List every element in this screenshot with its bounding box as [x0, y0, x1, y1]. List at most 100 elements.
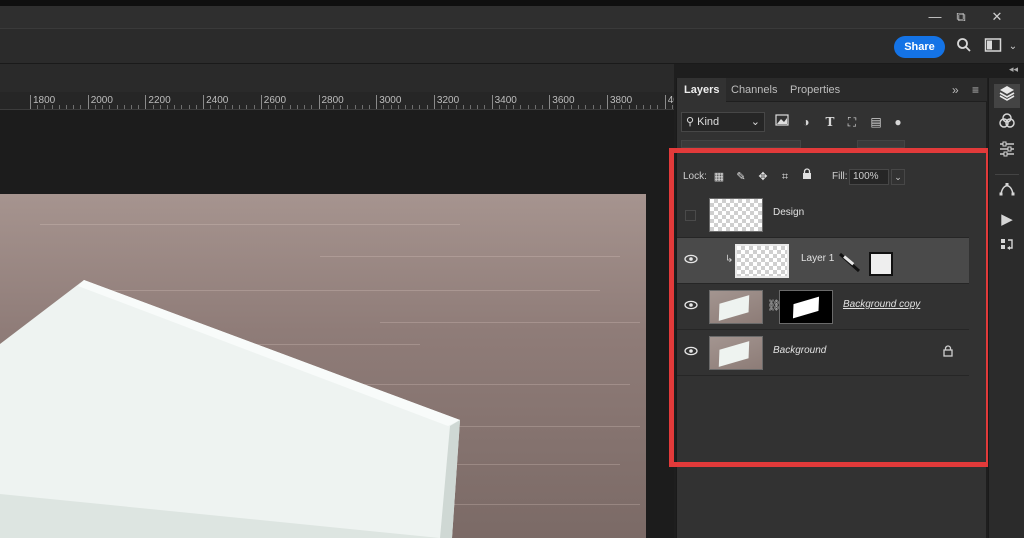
ruler-minor-tick: [614, 105, 616, 109]
panel-menu-icon[interactable]: ≡: [972, 83, 979, 97]
layer-filter-row: ⚲ Kind ⌄ ◑ T ⛶ ▤ ●: [677, 110, 987, 134]
ruler-minor-tick: [347, 105, 349, 109]
ruler-minor-tick: [527, 105, 529, 109]
ruler-minor-tick: [123, 105, 125, 109]
ruler-minor-tick: [570, 105, 572, 109]
title-bar: — ⧉ ✕: [0, 0, 1024, 28]
ruler-minor-tick: [477, 105, 479, 109]
ruler-minor-tick: [152, 105, 154, 109]
ruler-minor-tick: [224, 105, 226, 109]
ruler-minor-tick: [592, 105, 594, 109]
ruler-minor-tick: [109, 105, 111, 109]
ruler-minor-tick: [217, 105, 219, 109]
white-box-image: [0, 280, 460, 538]
ruler-minor-tick: [37, 105, 39, 109]
adjustments-panel-icon[interactable]: [994, 140, 1020, 164]
adjustment-filter-icon[interactable]: ◑: [797, 113, 815, 131]
ruler-minor-tick: [130, 105, 132, 109]
horizontal-ruler: 1800 2000 2200 2400 2600 2800 3000 3200 3400 3600…: [0, 92, 674, 110]
ruler-minor-tick: [58, 105, 60, 109]
ruler-minor-tick: [556, 105, 558, 109]
ruler-minor-tick: [621, 105, 623, 109]
search-small-icon: ⚲: [686, 116, 695, 128]
ruler-minor-tick: [657, 105, 659, 109]
channels-panel-icon[interactable]: [994, 112, 1020, 136]
ruler-minor-tick: [534, 105, 536, 109]
restore-button[interactable]: ⧉: [946, 8, 976, 28]
ruler-minor-tick: [282, 105, 284, 109]
expand-icon[interactable]: »: [952, 83, 959, 97]
ruler-minor-tick: [73, 105, 75, 109]
ruler-minor-tick: [159, 105, 161, 109]
ruler-minor-tick: [419, 105, 421, 109]
shape-filter-icon[interactable]: ⛶: [843, 113, 861, 131]
ruler-minor-tick: [296, 105, 298, 109]
ruler-minor-tick: [383, 105, 385, 109]
ruler-minor-tick: [66, 105, 68, 109]
ruler-minor-tick: [246, 105, 248, 109]
filter-kind-select[interactable]: ⚲ Kind ⌄: [681, 112, 765, 132]
ruler-minor-tick: [542, 105, 544, 109]
ruler-minor-tick: [340, 105, 342, 109]
canvas-area: [0, 110, 674, 538]
tab-layers[interactable]: Layers: [677, 78, 727, 102]
filter-kind-value: Kind: [697, 116, 720, 128]
ruler-minor-tick: [412, 105, 414, 109]
document-tab-strip: [0, 64, 674, 92]
ruler-minor-tick: [253, 105, 255, 109]
paths-panel-icon[interactable]: [994, 180, 1020, 204]
ruler-minor-tick: [520, 105, 522, 109]
search-icon[interactable]: [953, 37, 975, 57]
ruler-minor-tick: [102, 105, 104, 109]
mockup-photo: [0, 194, 646, 538]
ruler-minor-tick: [650, 105, 652, 109]
history-panel-icon[interactable]: [994, 236, 1020, 260]
ruler-minor-tick: [405, 105, 407, 109]
share-button[interactable]: Share: [894, 36, 945, 58]
tab-properties[interactable]: Properties: [783, 78, 847, 102]
tab-channels[interactable]: Channels: [724, 78, 784, 102]
ruler-minor-tick: [426, 105, 428, 109]
ruler-minor-tick: [325, 105, 327, 109]
ruler-minor-tick: [188, 105, 190, 109]
ruler-minor-tick: [304, 105, 306, 109]
ruler-minor-tick: [231, 105, 233, 109]
ruler-minor-tick: [239, 105, 241, 109]
close-button[interactable]: ✕: [982, 8, 1012, 28]
ruler-minor-tick: [138, 105, 140, 109]
ruler-minor-tick: [498, 105, 500, 109]
ruler-minor-tick: [578, 105, 580, 109]
layers-panel-icon[interactable]: [994, 84, 1020, 108]
type-filter-icon[interactable]: T: [821, 113, 839, 131]
ruler-minor-tick: [599, 105, 601, 109]
panel-tabs: Layers Channels Properties » ≡: [677, 78, 987, 102]
ruler-minor-tick: [311, 105, 313, 109]
ruler-minor-tick: [506, 105, 508, 109]
highlight-rectangle: [669, 148, 991, 467]
chevron-down-icon[interactable]: ⌄: [1002, 37, 1024, 57]
ruler-minor-tick: [513, 105, 515, 109]
ruler-minor-tick: [181, 105, 183, 109]
panel-icon-strip: ▶: [988, 78, 1024, 538]
ruler-minor-tick: [289, 105, 291, 109]
ruler-minor-tick: [455, 105, 457, 109]
actions-play-icon[interactable]: ▶: [994, 208, 1020, 232]
ruler-minor-tick: [585, 105, 587, 109]
ruler-minor-tick: [116, 105, 118, 109]
chevron-down-icon: ⌄: [750, 116, 760, 128]
ruler-minor-tick: [628, 105, 630, 109]
ruler-minor-tick: [484, 105, 486, 109]
filter-toggle-icon[interactable]: ●: [889, 113, 907, 131]
smart-object-filter-icon[interactable]: ▤: [867, 113, 885, 131]
options-bar: Share ⌄: [0, 28, 1024, 64]
pixel-filter-icon[interactable]: [773, 113, 791, 131]
ruler-minor-tick: [80, 105, 82, 109]
panel-collapse-button[interactable]: ◂◂: [988, 64, 1024, 78]
ruler-minor-tick: [563, 105, 565, 109]
workspace-icon[interactable]: [982, 37, 1004, 57]
ruler-minor-tick: [469, 105, 471, 109]
ruler-minor-tick: [167, 105, 169, 109]
ruler-minor-tick: [275, 105, 277, 109]
ruler-minor-tick: [195, 105, 197, 109]
ruler-minor-tick: [210, 105, 212, 109]
